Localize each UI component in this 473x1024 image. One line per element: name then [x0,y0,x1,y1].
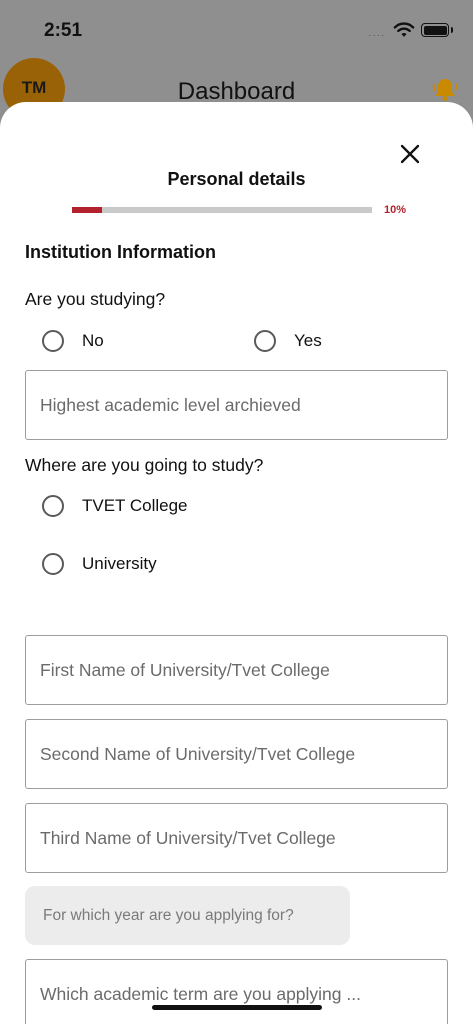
signal-dots: ···· [368,30,386,41]
question-where-study: Where are you going to study? [25,455,264,475]
home-indicator[interactable] [152,1005,322,1010]
status-time: 2:51 [44,20,83,41]
question-studying: Are you studying? [25,289,166,309]
third-institution-name-input[interactable]: Third Name of University/Tvet College [25,803,448,873]
radio-tvet-college[interactable]: TVET College [42,495,188,517]
radio-icon [42,330,64,352]
radio-university-label: University [82,554,157,573]
progress-bar [72,207,372,213]
field-placeholder: Second Name of University/Tvet College [40,743,356,764]
academic-term-input[interactable]: Which academic term are you applying ... [25,959,448,1024]
highest-academic-level-input[interactable]: Highest academic level archieved [25,370,448,440]
section-title: Institution Information [25,242,216,262]
radio-yes-label: Yes [294,331,322,350]
progress-fill [72,207,102,213]
radio-icon [254,330,276,352]
radio-no-label: No [82,331,104,350]
radio-tvet-label: TVET College [82,496,188,515]
battery-icon [421,23,453,37]
second-institution-name-input[interactable]: Second Name of University/Tvet College [25,719,448,789]
application-year-select[interactable]: For which year are you applying for? [25,886,350,945]
first-institution-name-input[interactable]: First Name of University/Tvet College [25,635,448,705]
radio-no[interactable]: No [42,330,104,352]
radio-icon [42,553,64,575]
field-placeholder: Third Name of University/Tvet College [40,827,336,848]
field-placeholder: First Name of University/Tvet College [40,659,330,680]
personal-details-sheet: Personal details 10% Institution Informa… [0,102,473,1024]
bell-icon[interactable] [430,76,460,102]
radio-university[interactable]: University [42,553,157,575]
close-icon[interactable] [398,142,422,166]
radio-yes[interactable]: Yes [254,330,322,352]
select-placeholder: For which year are you applying for? [43,906,294,924]
progress-percent: 10% [384,204,407,216]
wifi-icon [393,22,415,37]
sheet-title: Personal details [167,169,306,189]
field-placeholder: Highest academic level archieved [40,394,301,415]
radio-icon [42,495,64,517]
status-bar: 2:51 ···· [0,0,473,60]
field-placeholder: Which academic term are you applying ... [40,983,361,1004]
